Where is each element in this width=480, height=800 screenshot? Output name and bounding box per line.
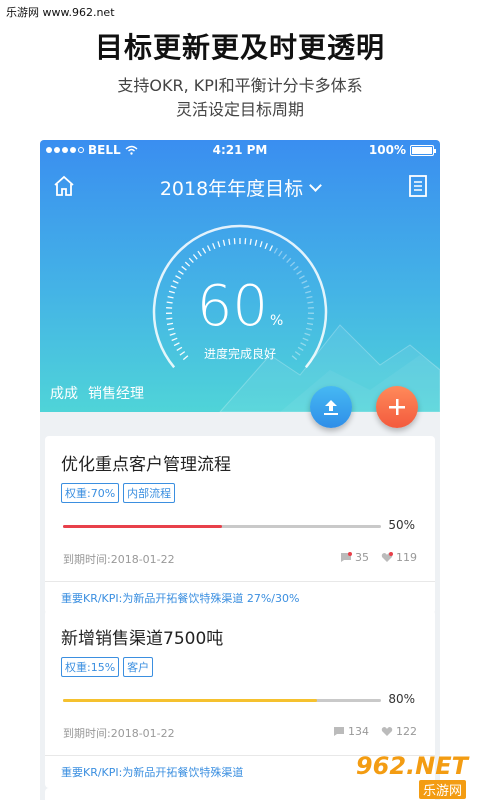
comments-count[interactable]: 35 [340, 551, 369, 564]
goal-title: 优化重点客户管理流程 [61, 455, 231, 475]
heart-icon [381, 727, 393, 736]
comments-count[interactable]: 134 [333, 725, 369, 738]
heart-icon [381, 552, 393, 562]
logo-main-text: 962.NET [355, 752, 468, 780]
likes-count[interactable]: 122 [381, 725, 417, 738]
gauge-tick [222, 239, 226, 246]
gauge-tick [282, 254, 288, 260]
status-bar: BELL 4:21 PM 100% [40, 140, 440, 160]
progress-percent: 80% [388, 692, 415, 706]
phone-screen: BELL 4:21 PM 100% 2018年年度目标 60 % 进度完成良好 … [40, 140, 440, 800]
site-logo: 962.NET 乐游网 [336, 752, 476, 799]
goal-card[interactable]: 优化重点客户管理流程 权重:70% 内部流程 50% 到期时间:2018-01-… [45, 436, 435, 614]
upload-icon [324, 400, 338, 415]
gauge-tick [212, 242, 216, 250]
hero-panel: BELL 4:21 PM 100% 2018年年度目标 60 % 进度完成良好 … [40, 140, 440, 412]
chevron-down-icon [309, 179, 323, 192]
comment-icon [341, 552, 352, 562]
gauge-tick [217, 241, 221, 248]
logo-sub-text: 乐游网 [418, 780, 466, 799]
promo-subtitle-line2: 灵活设定目标周期 [175, 100, 304, 119]
nav-title-text: 2018年年度目标 [159, 178, 304, 200]
gauge-tick [228, 238, 231, 245]
progress-track [63, 525, 381, 528]
likes-value: 119 [396, 551, 417, 564]
gauge-tick [293, 265, 299, 271]
deadline: 到期时间:2018-01-22 [63, 553, 175, 566]
owner-name: 成成 [50, 386, 78, 402]
deadline: 到期时间:2018-01-22 [63, 727, 175, 740]
comments-value: 134 [348, 725, 369, 738]
goal-progress: 50% [61, 517, 419, 537]
category-tag: 客户 [123, 657, 154, 677]
gauge-tick [197, 250, 202, 257]
battery-icon [410, 144, 436, 156]
weight-tag: 权重:15% [61, 657, 120, 677]
progress-percent: 50% [388, 518, 415, 532]
gauge-tick [289, 261, 296, 267]
progress-fill [63, 525, 222, 528]
gauge-tick [254, 239, 258, 246]
promo-subtitle-line1: 支持OKR, KPI和平衡计分卡多体系 [117, 76, 363, 95]
owner-role: 销售经理 [88, 386, 144, 402]
upload-button[interactable] [310, 386, 352, 428]
gauge-tick [181, 265, 187, 271]
gauge-tick [259, 241, 263, 248]
likes-count[interactable]: 119 [381, 551, 417, 564]
gauge-tick [192, 254, 198, 260]
add-goal-button[interactable] [376, 386, 418, 428]
gauge-tick [264, 242, 268, 250]
gauge-tick [184, 261, 191, 267]
gauge-tick [188, 257, 194, 263]
category-tag: 内部流程 [123, 483, 176, 503]
nav-bar: 2018年年度目标 [40, 168, 440, 204]
gauge-value: 60% [40, 274, 440, 339]
gauge-unit: % [269, 313, 284, 329]
document-icon[interactable] [408, 174, 428, 198]
gauge-tick [269, 245, 274, 252]
comment-icon [334, 727, 344, 736]
watermark-text: 乐游网 www.962.net [6, 6, 115, 19]
gauge-tick [273, 247, 278, 254]
likes-value: 122 [396, 725, 417, 738]
goal-owner: 成成 销售经理 [50, 383, 144, 403]
goal-period-selector[interactable]: 2018年年度目标 [40, 174, 440, 201]
gauge-tick [278, 250, 283, 257]
gauge-status-label: 进度完成良好 [203, 347, 276, 361]
gauge-tick [202, 247, 207, 254]
goal-title: 新增销售渠道7500吨 [61, 629, 224, 649]
gauge-tick [286, 257, 292, 263]
plus-icon [389, 399, 405, 415]
comments-value: 35 [355, 551, 369, 564]
progress-fill [63, 699, 318, 702]
promo-title: 目标更新更及时更透明 [94, 31, 385, 64]
gauge-tick [206, 245, 211, 252]
gauge-tick [249, 238, 252, 245]
progress-track [63, 699, 381, 702]
weight-tag: 权重:70% [61, 483, 120, 503]
gauge-number: 60 [196, 274, 268, 339]
battery-percent: 100% [368, 143, 406, 157]
goal-progress: 80% [61, 691, 419, 711]
